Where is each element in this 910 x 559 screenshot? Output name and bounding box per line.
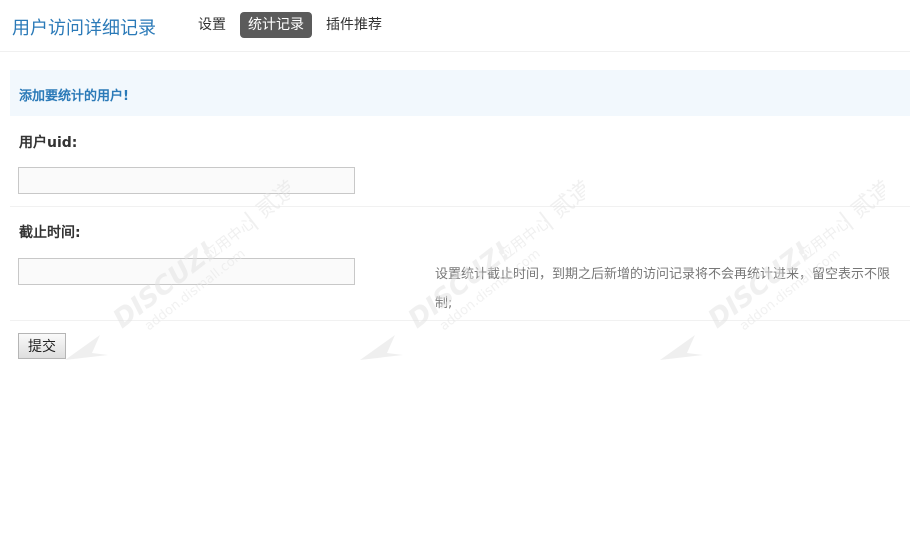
header: 用户访问详细记录 设置 统计记录 插件推荐 [0, 0, 910, 52]
svg-text:应用中心: 应用中心 [495, 213, 553, 264]
svg-text:应用中心: 应用中心 [200, 213, 258, 264]
tab-statistics-records[interactable]: 统计记录 [240, 12, 312, 38]
tab-nav: 设置 统计记录 插件推荐 [190, 12, 390, 38]
cutoff-time-input[interactable] [18, 258, 355, 285]
svg-text:| 贰道: | 贰道 [535, 177, 585, 233]
svg-text:| 贰道: | 贰道 [835, 177, 885, 233]
row-divider [10, 320, 910, 321]
uid-input[interactable] [18, 167, 355, 194]
page-title: 用户访问详细记录 [12, 18, 156, 39]
cutoff-time-label: 截止时间: [19, 225, 81, 241]
tab-settings[interactable]: 设置 [190, 12, 234, 38]
row-divider [10, 206, 910, 207]
submit-button[interactable]: 提交 [18, 333, 66, 359]
uid-label: 用户uid: [19, 135, 78, 151]
svg-text:应用中心: 应用中心 [795, 213, 853, 264]
tab-plugin-recommend[interactable]: 插件推荐 [318, 12, 390, 38]
cutoff-time-hint: 设置统计截止时间，到期之后新增的访问记录将不会再统计进来，留空表示不限制; [435, 267, 891, 311]
notice-banner: 添加要统计的用户! [10, 70, 910, 116]
notice-text: 添加要统计的用户! [19, 89, 129, 104]
